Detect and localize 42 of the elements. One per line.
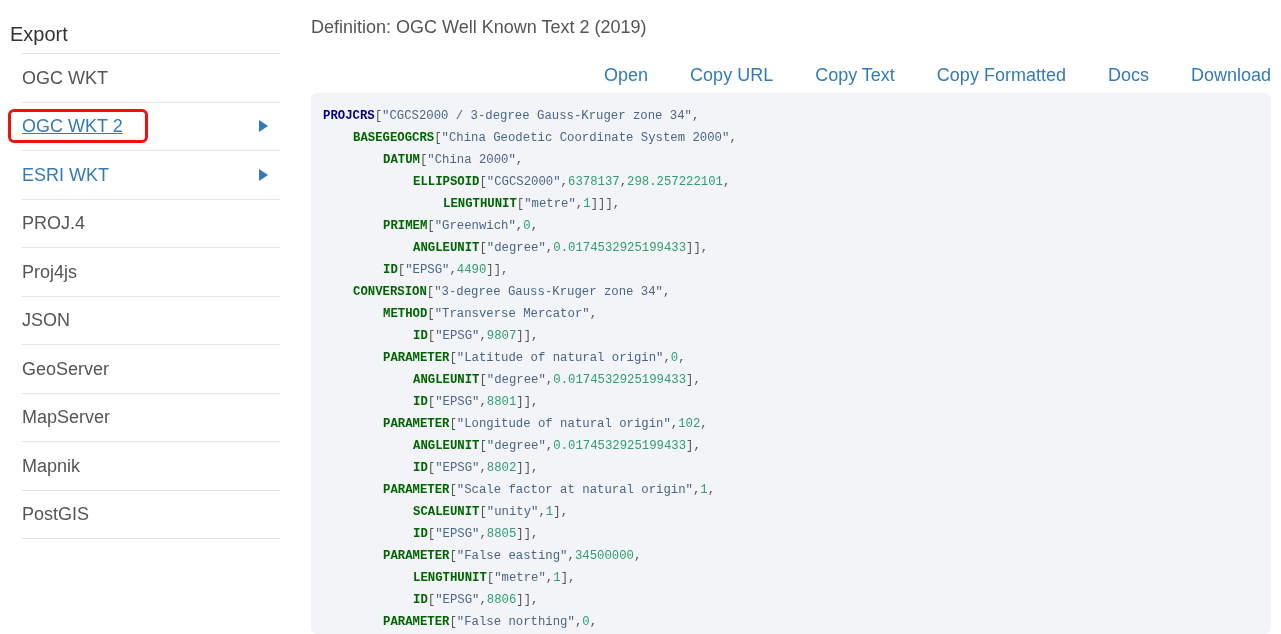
sidebar-title: Export xyxy=(10,22,69,47)
code-line: PARAMETER["False northing",0, xyxy=(383,614,598,631)
code-line: ANGLEUNIT["degree",0.0174532925199433], xyxy=(413,372,701,389)
code-line: LENGTHUNIT["metre",1]]], xyxy=(443,196,621,213)
code-line: ID["EPSG",8801]], xyxy=(413,394,539,411)
code-line: ID["EPSG",8806]], xyxy=(413,592,539,609)
code-line: ELLIPSOID["CGCS2000",6378137,298.257222101, xyxy=(413,174,731,191)
code-line: ANGLEUNIT["degree",0.0174532925199433], xyxy=(413,438,701,455)
action-link[interactable]: Copy URL xyxy=(690,63,774,87)
code-line: METHOD["Transverse Mercator", xyxy=(383,306,598,323)
code-line: ID["EPSG",8802]], xyxy=(413,460,539,477)
code-line: PARAMETER["Longitude of natural origin",102, xyxy=(383,416,708,433)
export-format-link[interactable]: JSON xyxy=(22,308,70,333)
export-format-link[interactable]: ESRI WKT xyxy=(22,162,109,187)
code-line: BASEGEOGCRS["China Geodetic Coordinate System 2000", xyxy=(353,130,737,147)
export-format-link[interactable]: OGC WKT 2 xyxy=(11,112,145,141)
action-link[interactable]: Open xyxy=(604,63,649,87)
export-format-link[interactable]: Proj4js xyxy=(22,259,78,284)
export-format-link[interactable]: Mapnik xyxy=(22,453,81,478)
code-line: ID["EPSG",8805]], xyxy=(413,526,539,543)
export-format-link[interactable]: OGC WKT xyxy=(22,65,108,90)
code-line: CONVERSION["3-degree Gauss-Kruger zone 34", xyxy=(353,284,671,301)
definition-title: Definition: OGC Well Known Text 2 (2019) xyxy=(311,16,648,39)
action-link[interactable]: Copy Text xyxy=(815,63,895,87)
code-line: DATUM["China 2000", xyxy=(383,152,524,169)
code-line: SCALEUNIT["unity",1], xyxy=(413,504,568,521)
code-line: PARAMETER["Latitude of natural origin",0, xyxy=(383,350,686,367)
code-line: ID["EPSG",4490]], xyxy=(383,262,509,279)
action-link[interactable]: Download xyxy=(1190,63,1271,87)
code-line: ANGLEUNIT["degree",0.0174532925199433]], xyxy=(413,240,709,257)
code-line: LENGTHUNIT["metre",1], xyxy=(413,570,576,587)
code-line: PARAMETER["Scale factor at natural origin",1, xyxy=(383,482,716,499)
action-link[interactable]: Docs xyxy=(1107,63,1149,87)
export-format-link[interactable]: PostGIS xyxy=(22,502,90,527)
code-line: PROJCRS["CGCS2000 / 3-degree Gauss-Kruger zone 34", xyxy=(323,108,700,125)
code-line: PRIMEM["Greenwich",0, xyxy=(383,218,539,235)
export-format-link[interactable]: PROJ.4 xyxy=(22,211,86,236)
code-line: PARAMETER["False easting",34500000, xyxy=(383,548,642,565)
export-format-link[interactable]: MapServer xyxy=(22,405,111,430)
export-format-link[interactable]: GeoServer xyxy=(22,356,110,381)
action-link[interactable]: Copy Formatted xyxy=(936,63,1066,87)
code-line: ID["EPSG",9807]], xyxy=(413,328,539,345)
